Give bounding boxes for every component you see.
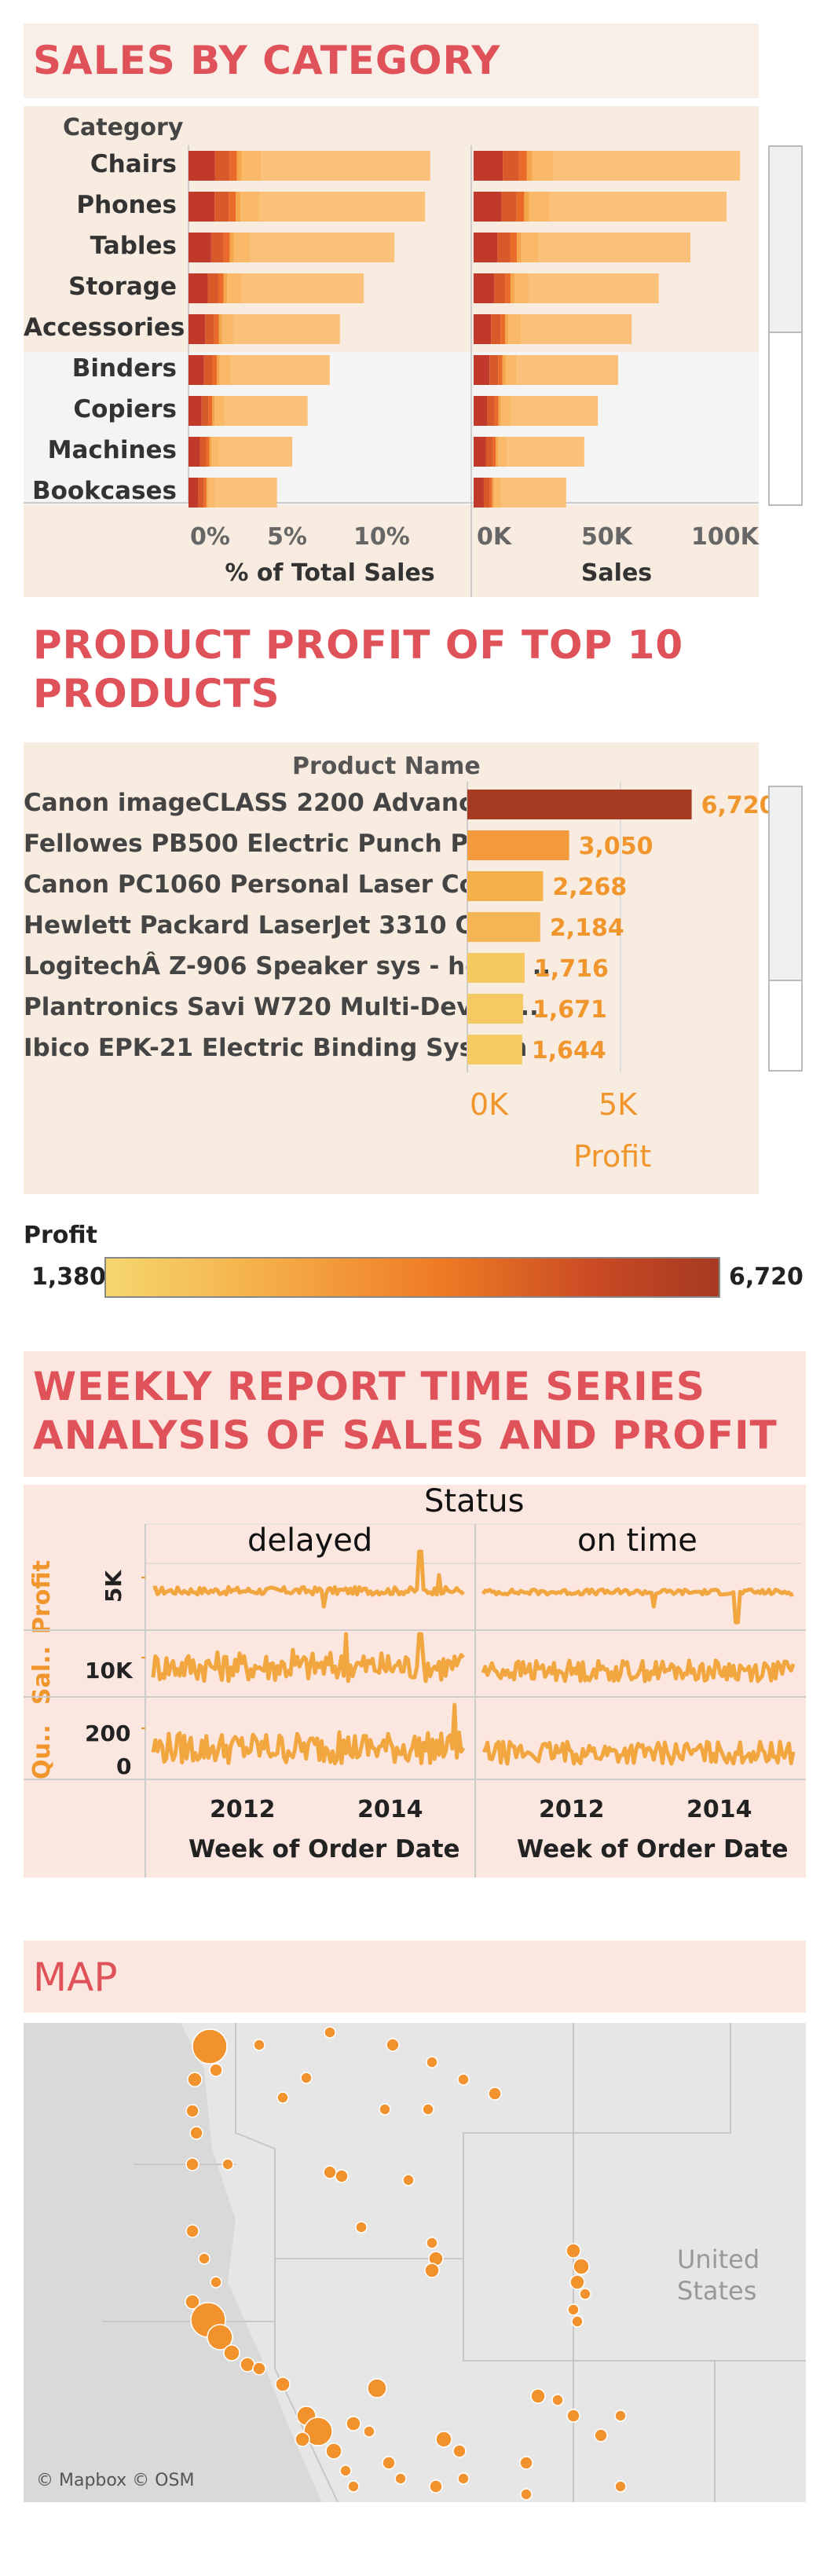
map-point-56[interactable] xyxy=(569,2274,585,2290)
map-point-35[interactable] xyxy=(346,2416,361,2431)
map-point-48[interactable] xyxy=(614,2409,627,2422)
map-point-12[interactable] xyxy=(422,2103,434,2116)
map-point-9[interactable] xyxy=(426,2056,438,2068)
map-point-34[interactable] xyxy=(295,2431,310,2447)
map-point-57[interactable] xyxy=(579,2288,591,2300)
weekly-series-svg xyxy=(24,1523,806,1878)
map-point-11[interactable] xyxy=(379,2103,391,2116)
map-point-1[interactable] xyxy=(187,2072,203,2087)
map-point-45[interactable] xyxy=(594,2428,608,2442)
map-point-13[interactable] xyxy=(488,2087,502,2101)
weekly-line-r0-c1[interactable] xyxy=(481,1587,794,1625)
map-attribution: © Mapbox © OSM xyxy=(36,2471,195,2490)
map-point-6[interactable] xyxy=(300,2072,313,2084)
map-point-19[interactable] xyxy=(402,2174,415,2186)
map-point-36[interactable] xyxy=(363,2425,375,2438)
map-point-39[interactable] xyxy=(452,2444,467,2458)
map-point-8[interactable] xyxy=(386,2038,400,2052)
x-tick-ontime-2012: 2012 xyxy=(539,1796,605,1823)
map-point-29[interactable] xyxy=(252,2362,266,2376)
map-border-3 xyxy=(573,2133,716,2502)
x-tick-delayed-2012: 2012 xyxy=(210,1796,276,1823)
map-point-2[interactable] xyxy=(185,2104,200,2118)
map-border-2 xyxy=(463,2259,574,2502)
map-point-10[interactable] xyxy=(457,2073,470,2086)
country-label-2: States xyxy=(677,2276,757,2306)
map-point-37[interactable] xyxy=(367,2378,387,2398)
x-tick-delayed-2014: 2014 xyxy=(357,1796,423,1823)
map-point-60[interactable] xyxy=(429,2479,443,2494)
map-point-53[interactable] xyxy=(424,2263,440,2278)
map-point-38[interactable] xyxy=(435,2431,452,2448)
map-point-54[interactable] xyxy=(566,2243,581,2259)
map-point-58[interactable] xyxy=(567,2303,580,2316)
map-point-30[interactable] xyxy=(275,2376,291,2392)
weekly-line-r1-c0[interactable] xyxy=(151,1632,465,1684)
map-point-49[interactable] xyxy=(520,2488,533,2501)
map-border-4 xyxy=(573,2023,731,2134)
x-axis-title-delayed: Week of Order Date xyxy=(189,1835,460,1863)
weekly-line-r2-c0[interactable] xyxy=(151,1702,466,1766)
map-point-28[interactable] xyxy=(240,2357,255,2373)
map-point-17[interactable] xyxy=(323,2165,337,2179)
map-point-44[interactable] xyxy=(566,2409,580,2423)
map-point-18[interactable] xyxy=(335,2169,349,2183)
map-title-box: MAP xyxy=(24,1940,806,2013)
map-title: MAP xyxy=(33,1955,118,2000)
map-point-46[interactable] xyxy=(530,2388,546,2404)
map-point-22[interactable] xyxy=(198,2252,210,2265)
map-point-5[interactable] xyxy=(324,2026,336,2039)
map-point-59[interactable] xyxy=(571,2315,584,2328)
map-point-47[interactable] xyxy=(551,2394,564,2406)
map-point-15[interactable] xyxy=(185,2157,200,2171)
map-point-62[interactable] xyxy=(347,2480,360,2493)
map-point-33[interactable] xyxy=(325,2442,342,2460)
x-tick-ontime-2014: 2014 xyxy=(686,1796,752,1823)
map-point-16[interactable] xyxy=(221,2158,234,2171)
map-point-23[interactable] xyxy=(210,2276,222,2288)
map-point-51[interactable] xyxy=(426,2237,438,2249)
map-point-3[interactable] xyxy=(209,2063,223,2077)
map-point-20[interactable] xyxy=(355,2221,368,2233)
map-point-55[interactable] xyxy=(573,2258,590,2275)
map-point-41[interactable] xyxy=(394,2472,407,2485)
map-point-7[interactable] xyxy=(276,2091,289,2104)
map-point-61[interactable] xyxy=(339,2464,352,2477)
map-point-4[interactable] xyxy=(253,2039,265,2051)
map-point-43[interactable] xyxy=(519,2456,533,2470)
weekly-line-r0-c0[interactable] xyxy=(152,1549,465,1609)
map-area[interactable]: United States © Mapbox © OSM xyxy=(24,2023,806,2502)
map-point-0[interactable] xyxy=(192,2028,228,2065)
country-label-1: United xyxy=(677,2244,760,2274)
map-point-40[interactable] xyxy=(382,2456,396,2470)
map-point-21[interactable] xyxy=(185,2224,200,2238)
weekly-line-r1-c1[interactable] xyxy=(481,1658,796,1684)
map-point-14[interactable] xyxy=(189,2126,203,2140)
map-point-27[interactable] xyxy=(223,2344,240,2362)
map-point-50[interactable] xyxy=(614,2480,627,2493)
x-axis-title-ontime: Week of Order Date xyxy=(517,1835,789,1863)
map-point-42[interactable] xyxy=(457,2472,470,2485)
map-border-0 xyxy=(235,2023,574,2259)
weekly-line-r2-c1[interactable] xyxy=(482,1739,796,1766)
